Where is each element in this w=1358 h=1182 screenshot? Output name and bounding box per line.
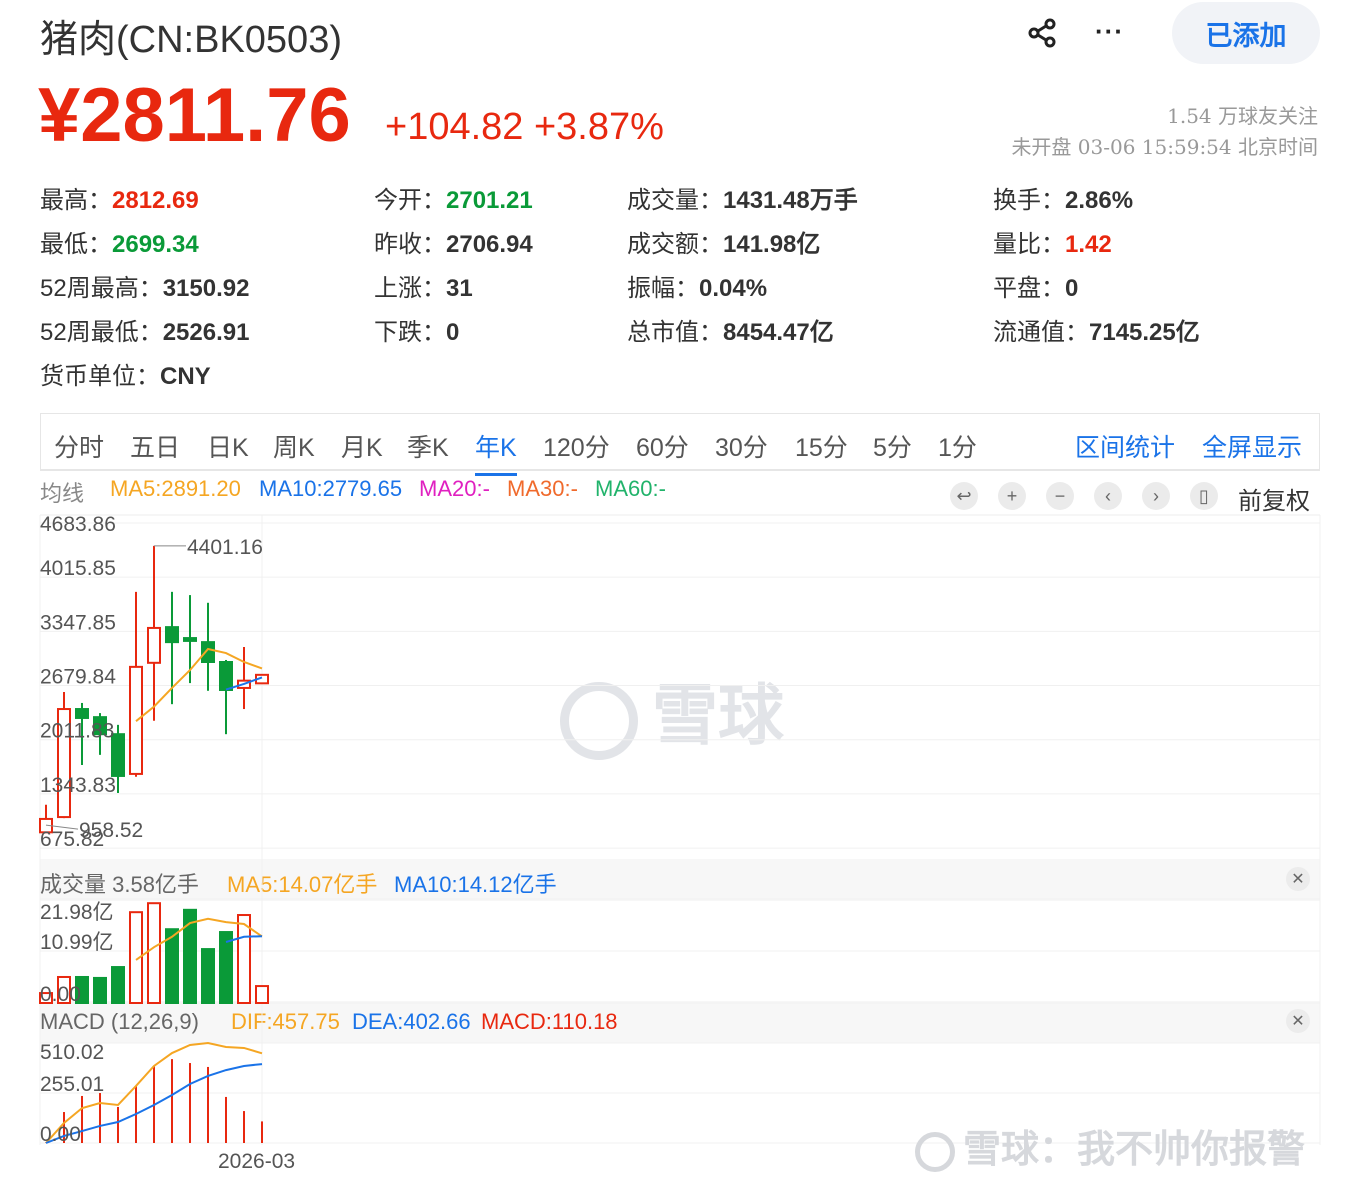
price-axis-tick: 1343.83 [40,774,116,797]
price-axis-tick: 675.82 [40,828,104,851]
price-axis-tick: 2011.83 [40,720,114,743]
candle-body [183,637,197,642]
price-axis-tick: 4683.86 [40,513,116,536]
volume-bar [93,976,107,1005]
candle-body [219,660,233,691]
macd-axis-tick: 510.02 [40,1041,104,1064]
volume-axis-tick: 10.99亿 [40,931,114,954]
max-price-label: 4401.16 [187,536,263,559]
candle-body [201,641,215,663]
volume-bar [147,902,161,1005]
price-axis-tick: 2679.84 [40,666,116,689]
price-axis-tick: 4015.85 [40,557,116,580]
volume-bar [237,914,251,1004]
volume-axis-tick: 21.98亿 [40,901,114,924]
price-axis-tick: 3347.85 [40,611,116,634]
candle-body [75,708,89,719]
candle-body [165,626,179,644]
volume-bar [201,948,215,1005]
volume-bar [219,931,233,1004]
kline-chart[interactable]: 4401.16958.524683.864015.853347.852679.8… [0,0,1358,1182]
volume-axis-tick: 0.00 [40,983,81,1006]
macd-axis-tick: 0.00 [40,1123,81,1146]
x-axis-label: 2026-03 [218,1150,296,1173]
candle-body [147,626,161,664]
volume-bar [111,966,125,1004]
volume-bar [255,985,269,1004]
macd-axis-tick: 255.01 [40,1073,104,1096]
footer-watermark: 雪球：我不帅你报警 [915,1118,1305,1173]
